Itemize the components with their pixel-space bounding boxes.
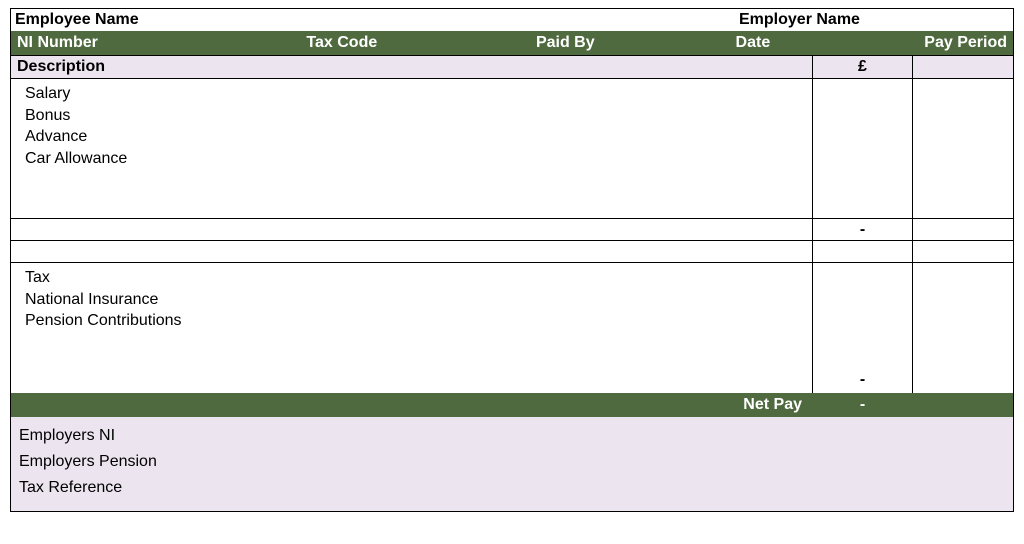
- column-header-bar: NI Number Tax Code Paid By Date Pay Peri…: [11, 31, 1013, 55]
- deduction-item: National Insurance: [25, 289, 804, 311]
- deductions-total-value: -: [813, 371, 912, 389]
- deduction-item: Pension Contributions: [25, 310, 804, 332]
- spacer-row: [11, 241, 1013, 263]
- footer-employers-ni: Employers NI: [19, 423, 1005, 449]
- col-tax-code: Tax Code: [300, 31, 530, 55]
- earning-item: Bonus: [25, 105, 804, 127]
- earnings-total-value: -: [813, 219, 913, 240]
- col-date: Date: [730, 31, 880, 55]
- spacer-last: [913, 241, 1013, 262]
- earnings-total-row: -: [11, 219, 1013, 241]
- earnings-block: Salary Bonus Advance Car Allowance: [11, 79, 1013, 219]
- sub-currency-label: £: [813, 56, 913, 78]
- footer-block: Employers NI Employers Pension Tax Refer…: [11, 417, 1013, 511]
- sub-description-label: Description: [11, 56, 813, 78]
- employee-name-label: Employee Name: [15, 11, 739, 29]
- deduction-item: Tax: [25, 267, 804, 289]
- col-ni-number: NI Number: [11, 31, 300, 55]
- employer-name-label: Employer Name: [739, 11, 1009, 29]
- deductions-last-col: [913, 263, 1013, 393]
- netpay-row: Net Pay -: [11, 393, 1013, 417]
- earnings-last-col: [913, 79, 1013, 218]
- earnings-total-last: [913, 219, 1013, 240]
- netpay-value: -: [813, 393, 913, 417]
- footer-tax-reference: Tax Reference: [19, 475, 1005, 501]
- netpay-label: Net Pay: [11, 393, 813, 417]
- earnings-total-desc: [11, 219, 813, 240]
- deductions-amount-col: -: [813, 263, 913, 393]
- deductions-block: Tax National Insurance Pension Contribut…: [11, 263, 1013, 393]
- footer-employers-pension: Employers Pension: [19, 449, 1005, 475]
- sub-header-row: Description £: [11, 55, 1013, 79]
- earnings-amount-col: [813, 79, 913, 218]
- spacer-desc: [11, 241, 813, 262]
- netpay-last: [913, 393, 1013, 417]
- payslip-document: Employee Name Employer Name NI Number Ta…: [10, 8, 1014, 512]
- header-row: Employee Name Employer Name: [11, 9, 1013, 31]
- sub-empty: [913, 56, 1013, 78]
- deductions-list: Tax National Insurance Pension Contribut…: [11, 263, 813, 393]
- earning-item: Salary: [25, 83, 804, 105]
- earning-item: Advance: [25, 126, 804, 148]
- col-pay-period: Pay Period: [879, 31, 1013, 55]
- spacer-amount: [813, 241, 913, 262]
- earnings-list: Salary Bonus Advance Car Allowance: [11, 79, 813, 218]
- col-paid-by: Paid By: [530, 31, 730, 55]
- earning-item: Car Allowance: [25, 148, 804, 170]
